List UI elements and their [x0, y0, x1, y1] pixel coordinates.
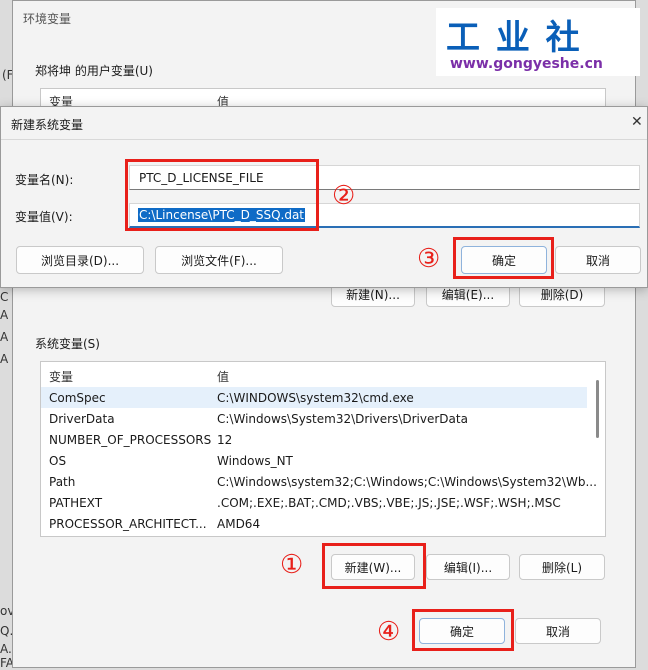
- step-marker-2: ②: [332, 181, 356, 211]
- dialog-title-divider: [1, 139, 647, 140]
- user-vars-group-label: 郑将坤 的用户变量(U): [35, 64, 153, 78]
- scrollbar-thumb[interactable]: [596, 380, 599, 438]
- table-row[interactable]: ComSpec C:\WINDOWS\system32\cmd.exe: [41, 387, 587, 408]
- table-row[interactable]: DriverData C:\Windows\System32\Drivers\D…: [41, 408, 587, 429]
- watermark-title: 工 业 社: [446, 18, 582, 58]
- highlight-system-new: [322, 543, 426, 589]
- var-name-label: 变量名(N):: [15, 173, 74, 187]
- var-name: PATHEXT: [49, 495, 103, 510]
- table-row[interactable]: OS Windows_NT: [41, 450, 587, 471]
- table-row[interactable]: Path C:\Windows\system32;C:\Windows;C:\W…: [41, 471, 597, 492]
- var-name: Path: [49, 474, 76, 489]
- system-vars-group-label: 系统变量(S): [35, 337, 100, 351]
- var-name: OS: [49, 453, 67, 468]
- var-name: DriverData: [49, 411, 115, 426]
- highlight-env-ok: [412, 609, 514, 651]
- var-value-label: 变量值(V):: [15, 210, 73, 224]
- var-value: .COM;.EXE;.BAT;.CMD;.VBS;.VBE;.JS;.JSE;.…: [217, 495, 561, 510]
- var-value: C:\Windows\system32;C:\Windows;C:\Window…: [217, 474, 597, 489]
- step-marker-1: ①: [280, 550, 304, 580]
- step-marker-4: ④: [377, 617, 401, 647]
- watermark-logo: 工 业 社 www.gongyeshe.cn: [436, 8, 640, 76]
- step-marker-3: ③: [417, 244, 441, 274]
- window-title: 环境变量: [23, 12, 72, 26]
- highlight-dialog-ok: [453, 237, 554, 279]
- var-value: C:\Windows\System32\Drivers\DriverData: [217, 411, 468, 426]
- table-row[interactable]: NUMBER_OF_PROCESSORS 12: [41, 429, 587, 450]
- var-name: NUMBER_OF_PROCESSORS: [49, 432, 212, 447]
- browse-file-button[interactable]: 浏览文件(F)...: [155, 246, 283, 274]
- system-delete-button[interactable]: 删除(L): [519, 554, 605, 580]
- system-col-val[interactable]: 值: [217, 368, 229, 385]
- dialog-cancel-button[interactable]: 取消: [555, 246, 641, 274]
- bg-edge-left-3: A: [0, 330, 9, 344]
- bg-edge-left-2: A: [0, 308, 9, 322]
- var-value: AMD64: [217, 516, 261, 531]
- bg-edge-left-4: A: [0, 352, 9, 366]
- env-cancel-button[interactable]: 取消: [515, 618, 601, 644]
- browse-dir-button[interactable]: 浏览目录(D)...: [16, 246, 144, 274]
- table-row[interactable]: PROCESSOR_ARCHITECT... AMD64: [41, 513, 587, 534]
- table-row[interactable]: PATHEXT .COM;.EXE;.BAT;.CMD;.VBS;.VBE;.J…: [41, 492, 587, 513]
- var-value: C:\WINDOWS\system32\cmd.exe: [217, 390, 414, 405]
- dialog-title: 新建系统变量: [11, 118, 84, 132]
- dialog-close-icon[interactable]: ✕: [631, 114, 643, 130]
- system-edit-button[interactable]: 编辑(I)...: [426, 554, 510, 580]
- var-name: PROCESSOR_ARCHITECT...: [49, 516, 207, 531]
- var-value: Windows_NT: [217, 453, 293, 468]
- highlight-input-fields: [125, 159, 319, 231]
- system-vars-table[interactable]: 变量 值 ComSpec C:\WINDOWS\system32\cmd.exe…: [40, 361, 606, 537]
- watermark-url: www.gongyeshe.cn: [450, 56, 603, 72]
- var-name: ComSpec: [49, 390, 106, 405]
- system-col-var[interactable]: 变量: [49, 368, 73, 385]
- bg-edge-left-1: C: [0, 290, 9, 304]
- var-value: 12: [217, 432, 233, 447]
